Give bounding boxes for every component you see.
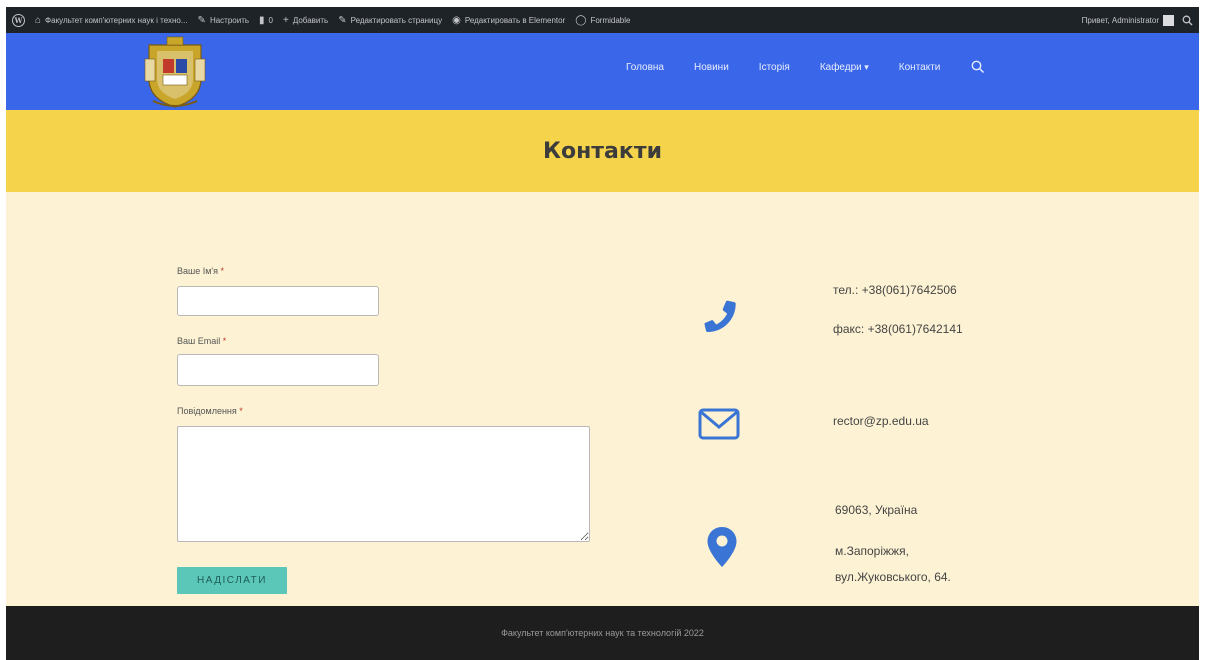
add-new-label: Добавить: [292, 15, 329, 25]
comment-icon: ▮: [259, 14, 265, 26]
footer-copyright: Факультет комп'ютерних наук та технологі…: [501, 628, 704, 638]
contact-section: Ваше Ім'я * Ваш Email * Повідомлення * Н…: [6, 192, 1199, 606]
admin-bar: W ⌂ Факультет комп'ютерних наук і техно.…: [6, 7, 1199, 33]
nav-item-news[interactable]: Новини: [694, 62, 729, 73]
wordpress-logo-icon[interactable]: W: [12, 13, 25, 27]
envelope-icon: [698, 408, 740, 440]
email-field-label: Ваш Email *: [177, 336, 226, 346]
site-logo[interactable]: [139, 35, 211, 109]
fax-text: факс: +38(061)7642141: [833, 322, 963, 336]
edit-elementor-label: Редактировать в Elementor: [464, 15, 566, 25]
page-frame: W ⌂ Факультет комп'ютерних наук і техно.…: [0, 0, 1205, 660]
admin-bar-comments[interactable]: ▮ 0: [259, 15, 273, 26]
home-icon: ⌂: [35, 14, 42, 26]
admin-bar-edit-page[interactable]: ✎ Редактировать страницу: [338, 15, 442, 26]
admin-bar-account: Привет, Administrator: [1082, 14, 1193, 26]
nav-item-contacts[interactable]: Контакти: [899, 62, 941, 73]
email-input[interactable]: [177, 354, 379, 386]
name-input[interactable]: [177, 286, 379, 316]
comments-count: 0: [268, 15, 273, 25]
postal-text: 69063, Україна: [835, 503, 918, 517]
nav-item-home[interactable]: Головна: [626, 62, 664, 73]
phone-icon: [704, 300, 736, 333]
submit-button[interactable]: НАДІСЛАТИ: [177, 567, 287, 594]
site-header: Головна Новини Історія Кафедри Контакти: [6, 33, 1199, 110]
admin-bar-edit-elementor[interactable]: ◉ Редактировать в Elementor: [452, 15, 565, 26]
email-text[interactable]: rector@zp.edu.ua: [833, 414, 929, 428]
pencil-icon: ✎: [338, 14, 347, 26]
search-icon[interactable]: [1182, 15, 1193, 26]
formidable-icon: ◯: [575, 14, 587, 26]
message-textarea[interactable]: [177, 426, 590, 542]
customize-label: Настроить: [209, 15, 250, 25]
required-mark: *: [222, 336, 227, 346]
elementor-icon: ◉: [452, 14, 461, 26]
city-text: м.Запоріжжя,: [835, 544, 909, 558]
name-field-label: Ваше Ім'я *: [177, 266, 224, 276]
main-nav: Головна Новини Історія Кафедри Контакти: [626, 59, 986, 75]
street-text: вул.Жуковського, 64.: [835, 570, 951, 584]
plus-icon: +: [283, 14, 289, 26]
brush-icon: ✎: [197, 14, 206, 26]
admin-bar-customize[interactable]: ✎ Настроить: [198, 15, 249, 26]
site-footer: Факультет комп'ютерних наук та технологі…: [6, 606, 1199, 660]
avatar[interactable]: [1163, 14, 1174, 26]
nav-item-departments[interactable]: Кафедри: [820, 62, 869, 73]
message-field-label: Повідомлення *: [177, 406, 243, 416]
edit-page-label: Редактировать страницу: [350, 15, 443, 25]
search-icon[interactable]: [970, 59, 986, 75]
required-mark: *: [220, 266, 225, 276]
formidable-label: Formidable: [590, 15, 631, 25]
site-name-label: Факультет комп'ютерних наук і техно...: [45, 15, 188, 25]
phone-text: тел.: +38(061)7642506: [833, 283, 957, 297]
title-band: Контакти: [6, 110, 1199, 192]
nav-item-history[interactable]: Історія: [759, 62, 790, 73]
email-label-text: Ваш Email: [177, 336, 221, 346]
greeting-label[interactable]: Привет, Administrator: [1082, 16, 1159, 25]
admin-bar-formidable[interactable]: ◯ Formidable: [575, 15, 630, 26]
admin-bar-site-name[interactable]: ⌂ Факультет комп'ютерних наук і техно...: [35, 15, 188, 26]
name-label-text: Ваше Ім'я: [177, 266, 219, 276]
admin-bar-add-new[interactable]: + Добавить: [283, 15, 328, 26]
map-pin-icon: [707, 527, 737, 567]
required-mark: *: [239, 406, 243, 416]
page-title: Контакти: [543, 138, 662, 164]
message-label-text: Повідомлення: [177, 406, 237, 416]
